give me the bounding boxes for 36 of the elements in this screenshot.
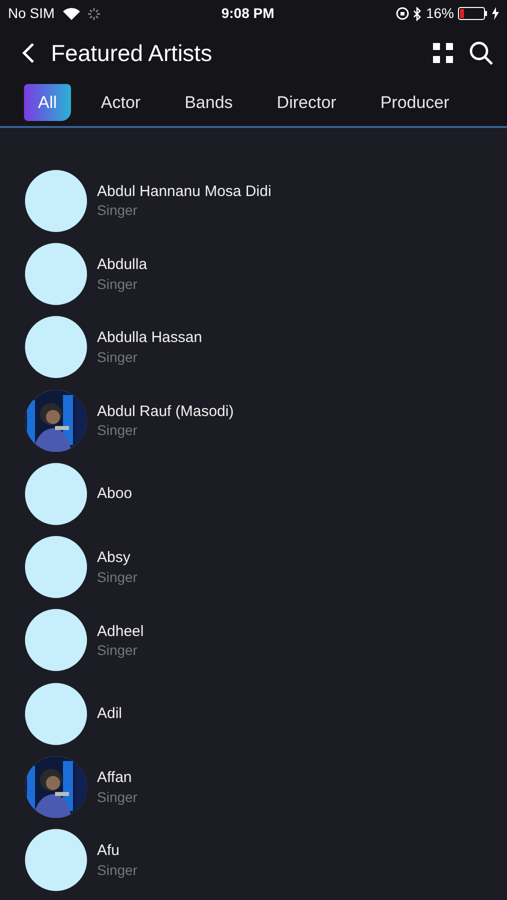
bluetooth-icon xyxy=(412,6,422,20)
category-tab[interactable]: Bands xyxy=(170,84,247,122)
artist-name: Adheel xyxy=(97,622,144,642)
page-title: Featured Artists xyxy=(51,38,214,68)
artist-name: Abdulla Hassan xyxy=(97,328,202,348)
artist-name: Abdulla xyxy=(97,255,148,275)
battery-percent: 16% xyxy=(426,4,454,23)
category-tab[interactable]: Director xyxy=(262,84,350,122)
artist-name: Abdul Hannanu Mosa Didi xyxy=(97,182,272,202)
artist-name: Absy xyxy=(97,548,132,568)
battery-icon xyxy=(458,7,488,20)
rotation-lock-icon xyxy=(396,7,409,20)
artist-role: Singer xyxy=(97,421,138,440)
category-tab[interactable]: Actor xyxy=(86,84,155,122)
search-button[interactable] xyxy=(469,40,493,66)
back-button[interactable] xyxy=(22,41,35,65)
grid-view-button[interactable] xyxy=(433,41,453,65)
clock-time: 9:08 PM xyxy=(221,4,274,23)
artist-name: Abdul Rauf (Masodi) xyxy=(97,402,234,422)
artist-role: Singer xyxy=(97,568,138,586)
artist-name: Afu xyxy=(97,841,121,861)
charging-icon xyxy=(492,7,499,20)
category-tab[interactable]: Producer xyxy=(366,84,464,122)
category-tab[interactable]: All xyxy=(24,84,71,122)
artist-role: Singer xyxy=(97,788,138,806)
carrier-label: No SIM xyxy=(8,4,55,23)
artist-name: Aboo xyxy=(97,484,132,504)
artist-role: Singer xyxy=(97,201,138,220)
artist-name: Adil xyxy=(97,704,122,724)
artist-role: Singer xyxy=(97,348,138,366)
artist-role: Singer xyxy=(97,860,138,880)
artist-name: Affan xyxy=(97,768,133,788)
artist-role: Singer xyxy=(97,274,138,293)
loading-icon xyxy=(88,8,100,20)
artist-role: Singer xyxy=(97,641,138,660)
wifi-icon xyxy=(62,7,80,20)
